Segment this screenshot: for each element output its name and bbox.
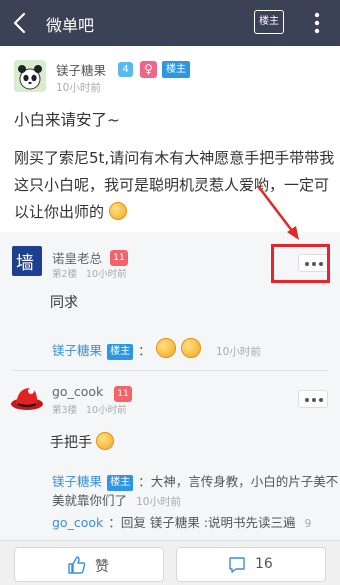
- teary-emoji-icon: [155, 338, 176, 358]
- reply-author-name[interactable]: 诺皇老总: [52, 248, 102, 267]
- vertical-dots-icon: [314, 12, 320, 34]
- like-button[interactable]: 赞: [14, 547, 164, 582]
- annotation-highlight-box: [271, 244, 330, 283]
- sub-reply[interactable]: 镁子糖果 楼主 ： 10小时前: [52, 338, 340, 364]
- sub-reply-list: 镁子糖果 楼主 ： 10小时前: [52, 338, 340, 364]
- comment-icon: [229, 557, 245, 573]
- sub-reply-author[interactable]: go_cook: [52, 515, 103, 530]
- reply-text: 同求: [50, 295, 78, 311]
- sub-reply-author[interactable]: 镁子糖果: [52, 474, 102, 489]
- reply-avatar[interactable]: 墙: [12, 246, 42, 276]
- level-badge: 11: [114, 386, 132, 402]
- avatar-text: 墙: [16, 253, 34, 274]
- level-badge: 11: [110, 250, 128, 266]
- main-post: 镁子糖果 4 ♀ 楼主 10小时前 小白来请安了~ 刚买了索尼5t,请问有木有大…: [0, 46, 340, 230]
- reply-author-name[interactable]: go_cook: [52, 384, 103, 399]
- back-button[interactable]: [6, 8, 34, 38]
- like-label: 赞: [95, 559, 109, 575]
- more-menu-button[interactable]: [306, 10, 328, 36]
- sub-reply-time: 9: [304, 518, 312, 530]
- reply-avatar[interactable]: [10, 382, 43, 412]
- author-tag: 楼主: [162, 61, 190, 78]
- sub-reply[interactable]: go_cook ：回复 镁子糖果 :说明书先读三遍 9: [52, 513, 332, 533]
- red-hat-avatar-icon: [11, 388, 43, 410]
- grinning-emoji-icon: [108, 202, 127, 220]
- sub-reply-text: ：回复 镁子糖果 :说明书先读三遍: [108, 515, 296, 530]
- female-icon: ♀: [140, 61, 157, 78]
- floor-number: 第3楼: [52, 405, 78, 416]
- post-body: 刚买了索尼5t,请问有木有大神愿意手把手带带我这只小白呢，我可是聪明机灵惹人爱哟…: [14, 145, 336, 226]
- only-author-button[interactable]: 楼主: [254, 10, 284, 34]
- comment-count: 16: [255, 556, 273, 572]
- post-body-text: 刚买了索尼5t,请问有木有大神愿意手把手带带我这只小白呢，我可是聪明机灵惹人爱哟…: [14, 149, 335, 221]
- author-tag: 楼主: [107, 475, 134, 491]
- reply-text: 手把手: [50, 432, 115, 452]
- shy-emoji-icon: [96, 432, 115, 450]
- reply-text-content: 手把手: [50, 435, 92, 451]
- reply-more-button[interactable]: [298, 390, 328, 408]
- author-tag: 楼主: [107, 344, 134, 360]
- post-title: 小白来请安了~: [14, 111, 120, 129]
- sub-reply-text: ：: [138, 343, 151, 358]
- floor-number: 第2楼: [52, 269, 78, 280]
- panda-avatar-icon: [14, 60, 46, 92]
- thumbs-up-icon: [68, 556, 86, 574]
- sub-reply-author[interactable]: 镁子糖果: [52, 343, 102, 358]
- reply-time: 10小时前: [86, 405, 127, 416]
- author-name[interactable]: 镁子糖果: [56, 60, 106, 79]
- top-navigation-bar: 微单吧 楼主: [0, 0, 340, 46]
- post-time: 10小时前: [56, 82, 101, 94]
- bottom-action-bar: 赞 16: [0, 540, 340, 585]
- reply-time: 10小时前: [86, 269, 127, 280]
- divider: [12, 370, 328, 371]
- sub-reply-list: 镁子糖果 楼主 ：大神，言传身教，小白的片子美不美就靠你们了 10小时前 go_…: [52, 472, 340, 533]
- forum-title: 微单吧: [46, 16, 95, 35]
- comment-button[interactable]: 16: [176, 547, 326, 582]
- sub-reply-time: 10小时前: [216, 346, 261, 358]
- sub-reply[interactable]: 镁子糖果 楼主 ：大神，言传身教，小白的片子美不美就靠你们了 10小时前: [52, 472, 340, 511]
- sub-reply-time: 10小时前: [136, 496, 181, 508]
- level-badge: 4: [118, 62, 133, 77]
- chevron-left-icon: [13, 12, 26, 34]
- teary-emoji-icon: [180, 338, 201, 358]
- author-avatar[interactable]: [14, 60, 46, 92]
